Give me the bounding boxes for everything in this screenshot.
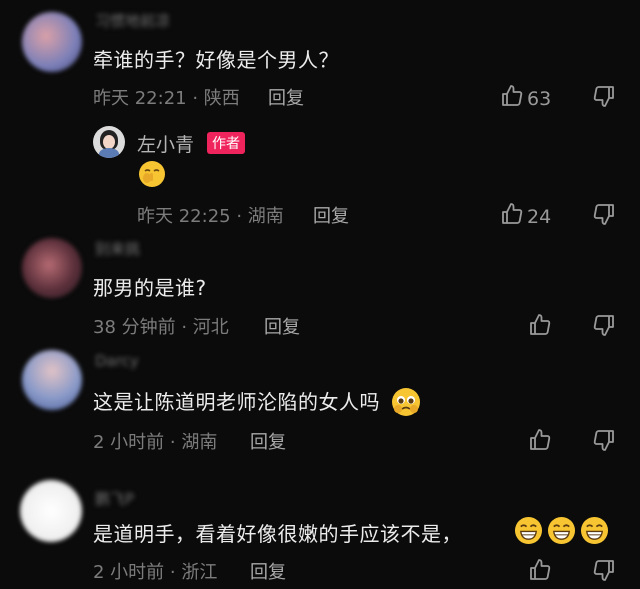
grinning-face-emoji (547, 516, 576, 545)
dislike-button[interactable] (592, 84, 616, 112)
like-button[interactable] (528, 313, 552, 342)
avatar[interactable] (22, 238, 82, 298)
thumbs-down-icon (592, 430, 616, 456)
reply-button[interactable]: 回复 (264, 313, 300, 339)
comment-text: 这是让陈道明老师沦陷的女人吗 (93, 386, 421, 419)
thumbs-up-icon (500, 84, 524, 113)
comment-username[interactable]: 别来挑 (95, 238, 140, 259)
avatar[interactable] (20, 480, 82, 542)
comment-meta: 2 小时前 · 湖南 (93, 432, 218, 453)
comment-username[interactable]: 习惯地前凉 (95, 10, 170, 31)
author-badge: 作者 (207, 132, 245, 154)
dislike-button[interactable] (592, 428, 616, 456)
thumbs-up-icon (500, 202, 524, 231)
comment-text-content: 这是让陈道明老师沦陷的女人吗 (93, 390, 380, 414)
grinning-face-emoji-group (514, 516, 609, 545)
pleading-face-emoji (391, 387, 421, 417)
comment-username[interactable]: Darcy (95, 352, 139, 370)
comment-username[interactable]: 左小青 (137, 130, 194, 157)
thumbs-up-icon (528, 558, 552, 587)
thumbs-down-icon (592, 315, 616, 341)
comment-username[interactable]: 鹏飞P (95, 488, 134, 509)
like-count: 24 (527, 205, 552, 228)
comment-text: 那男的是谁? (93, 276, 207, 300)
like-button[interactable]: 24 (500, 202, 551, 231)
like-button[interactable] (528, 558, 552, 587)
comment-meta: 2 小时前 · 浙江 (93, 562, 218, 583)
thumbs-down-icon (592, 560, 616, 586)
reply-button[interactable]: 回复 (250, 428, 286, 454)
avatar[interactable] (93, 126, 125, 158)
like-count: 63 (527, 87, 552, 110)
dislike-button[interactable] (592, 202, 616, 230)
like-button[interactable]: 63 (500, 84, 551, 113)
reply-button[interactable]: 回复 (268, 84, 304, 110)
like-button[interactable] (528, 428, 552, 457)
reply-button[interactable]: 回复 (313, 202, 349, 228)
reply-button[interactable]: 回复 (250, 558, 286, 584)
comment-text-content: 是道明手，看着好像很嫩的手应该不是， (93, 522, 462, 546)
thumbs-down-icon (592, 86, 616, 112)
comment-text: 是道明手，看着好像很嫩的手应该不是， (93, 518, 462, 547)
thumbs-up-icon (528, 313, 552, 342)
avatar[interactable] (22, 12, 82, 72)
comment-meta: 38 分钟前 · 河北 (93, 317, 229, 338)
dislike-button[interactable] (592, 313, 616, 341)
shush-face-emoji (138, 160, 166, 188)
thumbs-down-icon (592, 204, 616, 230)
comment-meta: 昨天 22:25 · 湖南 (137, 206, 284, 227)
grinning-face-emoji (580, 516, 609, 545)
comment-text: 牵谁的手？好像是个男人？ (93, 48, 339, 72)
comment-meta: 昨天 22:21 · 陕西 (93, 88, 240, 109)
dislike-button[interactable] (592, 558, 616, 586)
thumbs-up-icon (528, 428, 552, 457)
avatar[interactable] (22, 350, 82, 410)
grinning-face-emoji (514, 516, 543, 545)
